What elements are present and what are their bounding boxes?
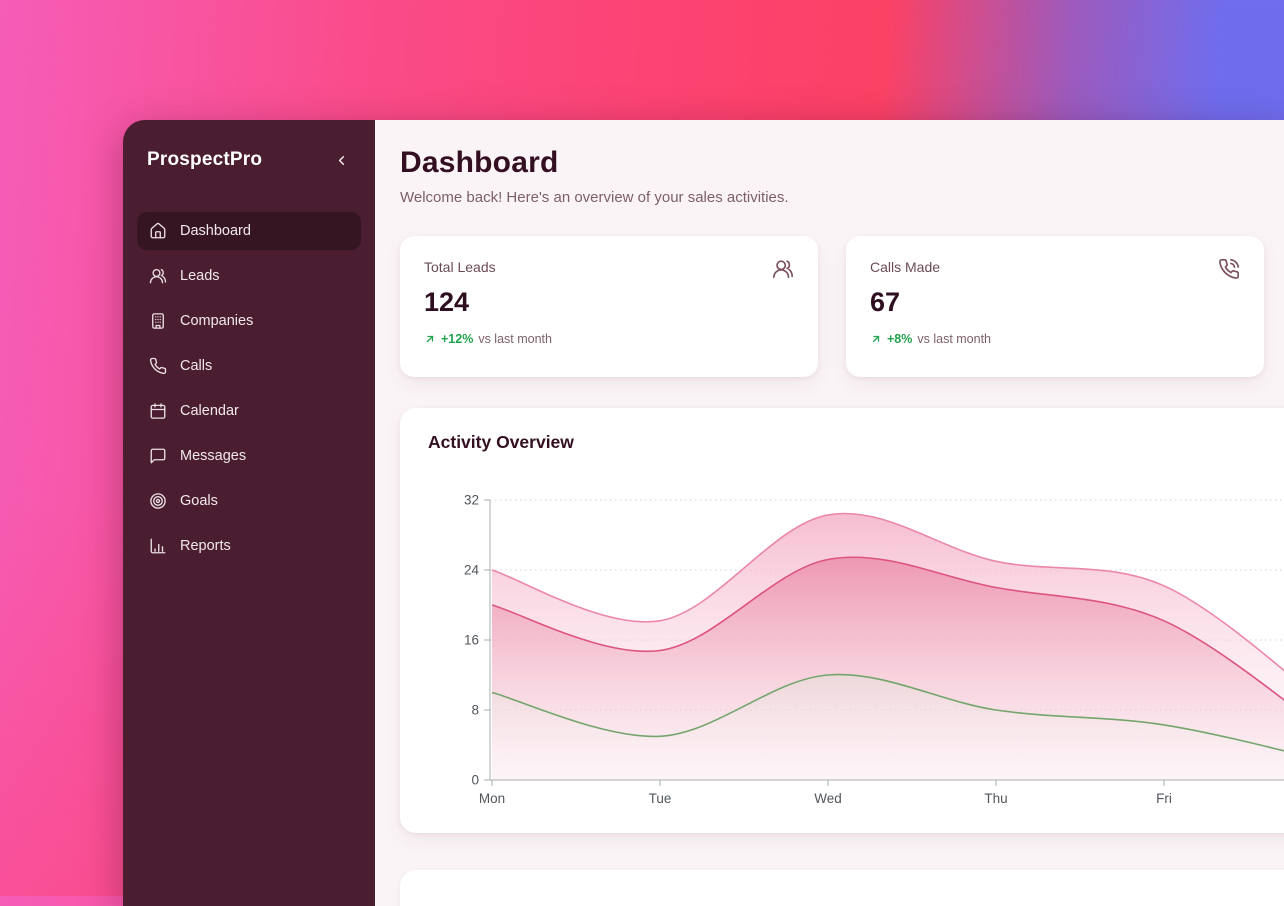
sidebar-item-label: Dashboard — [180, 223, 251, 239]
chevron-left-icon[interactable] — [329, 148, 353, 172]
brand-row: ProspectPro — [137, 144, 361, 172]
sidebar-item-calendar[interactable]: Calendar — [137, 392, 361, 430]
trend-delta: +12% — [441, 332, 473, 346]
sidebar-item-dashboard[interactable]: Dashboard — [137, 212, 361, 250]
sidebar: ProspectPro Dashboard Leads — [123, 120, 375, 906]
activity-overview-card: Activity Overview 08162432MonTueWedThuFr… — [400, 408, 1284, 833]
sidebar-item-label: Goals — [180, 493, 218, 509]
stat-trend: +12% vs last month — [424, 332, 794, 346]
svg-text:16: 16 — [464, 633, 479, 648]
stat-trend: +8% vs last month — [870, 332, 1240, 346]
stat-value: 124 — [424, 287, 794, 318]
sidebar-item-label: Leads — [180, 268, 220, 284]
target-icon — [149, 492, 167, 510]
activity-chart-svg: 0 8 16 24 32 Mon Tue Wed Thu Fri — [400, 408, 1284, 833]
svg-text:0: 0 — [471, 773, 479, 788]
users-icon — [772, 258, 794, 285]
svg-text:32: 32 — [464, 493, 479, 508]
app-title: ProspectPro — [147, 149, 262, 171]
sidebar-item-companies[interactable]: Companies — [137, 302, 361, 340]
page-subtitle: Welcome back! Here's an overview of your… — [400, 189, 1284, 206]
activity-chart: 0 8 16 24 32 Mon Tue Wed Thu Fri — [400, 408, 1284, 833]
stat-card-total-leads: Total Leads 124 +12% vs last month — [400, 236, 818, 377]
svg-text:Tue: Tue — [649, 791, 672, 806]
svg-text:24: 24 — [464, 563, 480, 578]
message-square-icon — [149, 447, 167, 465]
svg-text:Fri: Fri — [1156, 791, 1172, 806]
phone-icon — [149, 357, 167, 375]
arrow-up-right-icon — [870, 333, 882, 345]
bar-chart-icon — [149, 537, 167, 555]
sidebar-item-calls[interactable]: Calls — [137, 347, 361, 385]
sidebar-item-messages[interactable]: Messages — [137, 437, 361, 475]
sidebar-item-label: Calls — [180, 358, 212, 374]
sidebar-item-label: Reports — [180, 538, 231, 554]
users-icon — [149, 267, 167, 285]
stat-label: Total Leads — [424, 259, 794, 275]
page-title: Dashboard — [400, 146, 1284, 180]
phone-call-icon — [1218, 258, 1240, 285]
sidebar-nav: Dashboard Leads Companies Calls — [137, 212, 361, 565]
sidebar-item-goals[interactable]: Goals — [137, 482, 361, 520]
stat-label: Calls Made — [870, 259, 1240, 275]
app-window: ProspectPro Dashboard Leads — [123, 120, 1284, 906]
arrow-up-right-icon — [424, 333, 436, 345]
calendar-icon — [149, 402, 167, 420]
trend-text: vs last month — [917, 332, 991, 346]
svg-text:Wed: Wed — [814, 791, 842, 806]
svg-text:Mon: Mon — [479, 791, 505, 806]
sidebar-item-label: Messages — [180, 448, 246, 464]
trend-text: vs last month — [478, 332, 552, 346]
stat-card-calls-made: Calls Made 67 +8% vs last month — [846, 236, 1264, 377]
svg-text:8: 8 — [471, 703, 479, 718]
svg-text:Thu: Thu — [984, 791, 1007, 806]
partial-card — [400, 870, 1284, 906]
sidebar-item-reports[interactable]: Reports — [137, 527, 361, 565]
stats-row: Total Leads 124 +12% vs last month Calls… — [400, 236, 1284, 377]
building-icon — [149, 312, 167, 330]
trend-delta: +8% — [887, 332, 912, 346]
sidebar-item-leads[interactable]: Leads — [137, 257, 361, 295]
stat-value: 67 — [870, 287, 1240, 318]
main-content: Dashboard Welcome back! Here's an overvi… — [375, 120, 1284, 906]
home-icon — [149, 222, 167, 240]
sidebar-item-label: Companies — [180, 313, 253, 329]
sidebar-item-label: Calendar — [180, 403, 239, 419]
